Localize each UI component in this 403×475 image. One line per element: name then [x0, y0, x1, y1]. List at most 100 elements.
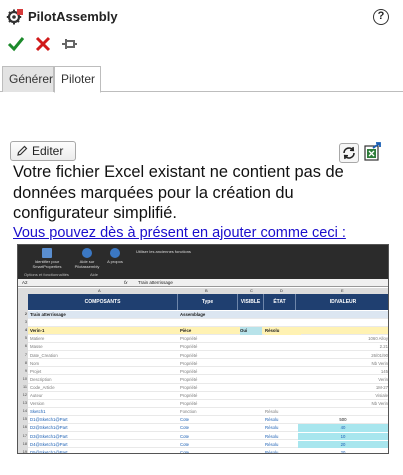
table-cell: 1060 Alloy	[368, 336, 388, 342]
table-cell	[298, 311, 388, 319]
table-cell: Projet	[30, 368, 42, 374]
close-icon[interactable]	[34, 34, 52, 54]
table-cell: D4@Sketch1@Part	[30, 441, 68, 447]
table-cell: Propriété	[180, 376, 198, 382]
table-cell: D2@Sketch1@Part	[30, 425, 68, 431]
table-row: 10 Description Propriété Verin	[23, 375, 388, 384]
table-cell: Résolu	[265, 449, 279, 454]
table-cell: Cote	[180, 441, 190, 447]
table-cell: Propriété	[180, 360, 198, 366]
row-number: 11	[23, 384, 27, 389]
table-row: 16 D2@Sketch1@Part Cote Résolu 40	[23, 424, 388, 433]
row-number: 5	[24, 336, 27, 341]
action-bar	[0, 34, 403, 56]
table-cell: Résolu	[265, 441, 279, 447]
ribbon-about: A propos	[104, 248, 126, 264]
header-etat: ÉTAT	[264, 294, 296, 310]
header-id-valeur: ID/VALEUR	[329, 299, 357, 305]
table-cell: 20	[298, 440, 388, 449]
refresh-button[interactable]	[339, 143, 359, 163]
table-cell: D3@Sketch1@Part	[30, 433, 68, 439]
row-number: 3	[24, 320, 27, 325]
tab-piloter[interactable]: Piloter	[54, 66, 101, 93]
row-number: 14	[22, 409, 27, 414]
table-cell	[240, 352, 262, 360]
table-cell	[265, 368, 301, 376]
table-cell: Sketch1	[30, 409, 46, 415]
table-cell	[240, 441, 262, 449]
pin-icon[interactable]	[60, 34, 78, 54]
table-cell	[240, 416, 262, 424]
excel-preview-image: Identifier pour SmartProperties Aide sur…	[17, 244, 389, 454]
row-number: 17	[22, 433, 27, 438]
excel-ribbon: Identifier pour SmartProperties Aide sur…	[18, 245, 388, 279]
table-cell	[298, 327, 388, 335]
table-cell	[265, 352, 301, 360]
table-cell: 145	[380, 368, 388, 374]
table-cell: Propriété	[180, 393, 198, 398]
edit-button[interactable]: Editer	[10, 141, 76, 161]
export-excel-icon[interactable]	[364, 142, 382, 161]
fx-label: fx	[124, 280, 128, 285]
table-cell	[180, 319, 236, 327]
table-cell: Code_Article	[30, 384, 55, 390]
table-cell	[265, 384, 301, 392]
table-cell	[265, 335, 301, 343]
tab-bar: Générer Piloter	[0, 66, 403, 93]
table-row: 13 Version Propriété Nb Verin	[23, 400, 388, 408]
ribbon-group-label: Aide	[90, 272, 99, 277]
row-number: 13	[22, 401, 27, 406]
table-cell: Fonction	[180, 409, 197, 415]
pencil-icon	[17, 145, 28, 156]
table-cell: Propriété	[180, 352, 198, 358]
ribbon-checkbox: Utiliser les anciennes fonctions	[136, 249, 191, 254]
table-cell	[265, 343, 301, 351]
table-cell: Assemblage	[180, 312, 206, 317]
check-icon[interactable]	[7, 34, 25, 54]
table-cell	[240, 376, 262, 384]
info-icon	[110, 248, 120, 258]
table-header: COMPOSANTS Type VISIBLE ÉTAT ID/VALEUR	[28, 294, 388, 310]
identify-icon	[42, 248, 52, 258]
row-number: 15	[22, 417, 27, 422]
table-cell: Propriété	[180, 344, 198, 350]
header-visible: VISIBLE	[238, 294, 264, 310]
table-cell	[240, 449, 262, 453]
table-cell: Train atterrissage	[30, 312, 66, 317]
info-message-line: configurateur simplifié.	[13, 204, 177, 222]
table-cell	[240, 319, 262, 327]
table-cell	[265, 360, 301, 368]
header-type: Type	[178, 294, 238, 310]
table-cell: Résolu	[265, 433, 279, 439]
table-cell: 40	[298, 424, 388, 433]
table-cell	[240, 343, 262, 351]
table-cell: Résolu	[265, 327, 301, 335]
table-cell: Date_Creation	[30, 352, 58, 358]
table-row: 7 Date_Creation Propriété 26/01/90	[25, 351, 388, 360]
table-cell	[240, 360, 262, 368]
help-circle-icon	[82, 248, 92, 258]
help-icon[interactable]: ?	[373, 9, 389, 25]
table-cell: 1M-27	[375, 384, 388, 390]
row-number: 6	[24, 344, 27, 349]
table-row: 3	[25, 319, 388, 327]
table-row: 5 Matiere Propriété 1060 Alloy	[25, 335, 388, 344]
table-cell: Masse	[30, 344, 43, 350]
table-row: 11 Code_Article Propriété 1M-27	[23, 383, 388, 392]
row-number: 8	[24, 360, 27, 365]
tab-generer[interactable]: Générer	[2, 66, 54, 92]
table-cell: Cote	[180, 449, 190, 454]
info-message-line: Votre fichier Excel existant ne contient…	[13, 163, 344, 181]
info-message-line: données marquées pour la création du	[13, 183, 294, 202]
table-cell	[240, 433, 262, 441]
table-cell: Résolu	[265, 417, 279, 423]
table-cell: Version	[30, 401, 45, 407]
add-data-link[interactable]: Vous pouvez dès à présent en ajouter com…	[13, 225, 346, 242]
row-number: 2	[24, 312, 27, 316]
table-cell	[240, 311, 262, 319]
table-cell: Auteur	[30, 393, 43, 398]
table-cell: D5@Sketch1@Part	[30, 449, 68, 454]
name-box: A2	[22, 280, 28, 285]
table-cell: Nom	[30, 360, 40, 366]
table-cell: 500	[339, 417, 347, 423]
